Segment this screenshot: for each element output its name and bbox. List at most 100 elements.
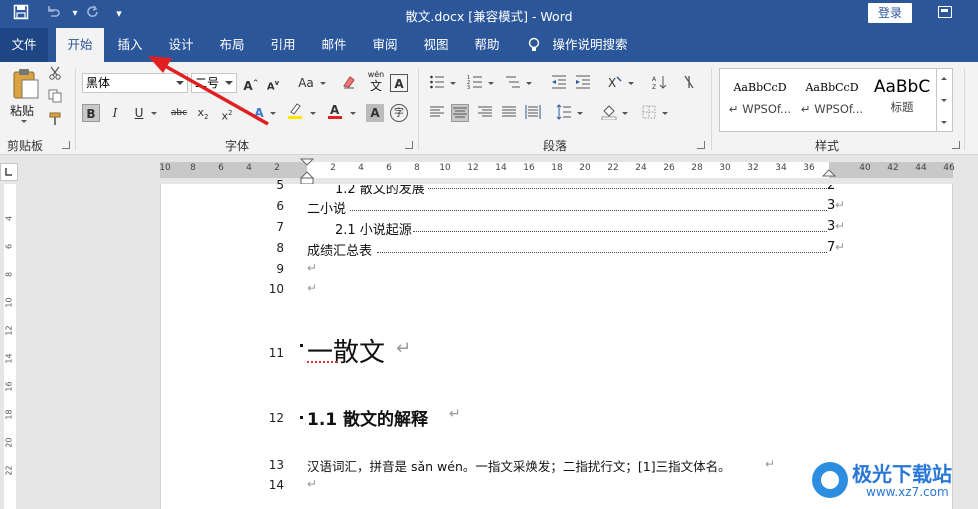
show-marks-icon[interactable]: [680, 74, 698, 92]
tab-insert[interactable]: 插入: [107, 28, 153, 62]
watermark-title: 极光下载站: [852, 462, 952, 486]
clipboard-launcher-icon[interactable]: [62, 141, 70, 149]
sort-icon[interactable]: AZ: [651, 74, 669, 92]
paragraph-launcher-icon[interactable]: [697, 141, 705, 149]
text-effects-dropdown-icon[interactable]: [270, 112, 276, 115]
chinese-layout-icon[interactable]: X: [606, 74, 624, 92]
login-button[interactable]: 登录: [868, 3, 912, 23]
font-size-select[interactable]: 二号: [191, 73, 237, 93]
heading-1[interactable]: 一散文: [307, 332, 385, 369]
justify-icon[interactable]: [500, 104, 518, 122]
font-name-select[interactable]: 黑体: [82, 73, 188, 93]
shrink-font-icon[interactable]: Av: [264, 74, 282, 92]
change-case-icon[interactable]: Aa: [294, 74, 318, 92]
tell-me-search[interactable]: 操作说明搜索: [548, 28, 632, 62]
font-color-icon[interactable]: A: [326, 102, 344, 120]
tab-view[interactable]: 视图: [413, 28, 459, 62]
chinese-layout-dropdown-icon[interactable]: [628, 82, 634, 85]
shading-icon[interactable]: [600, 104, 618, 122]
tab-layout[interactable]: 布局: [209, 28, 255, 62]
line-spacing-icon[interactable]: [555, 104, 573, 122]
line-number: 6: [276, 199, 284, 213]
ruler-number: 24: [635, 163, 647, 173]
font-color-dropdown-icon[interactable]: [350, 112, 356, 115]
svg-text:A: A: [330, 103, 340, 117]
style-item[interactable]: AaBbCcD ↵ WPSOf...: [724, 73, 796, 129]
enclose-characters-icon[interactable]: 字: [390, 104, 408, 122]
align-center-icon[interactable]: [451, 104, 469, 122]
align-left-icon[interactable]: [428, 104, 446, 122]
tab-selector[interactable]: [0, 163, 18, 181]
line-spacing-dropdown-icon[interactable]: [577, 112, 583, 115]
grow-font-icon[interactable]: A^: [242, 74, 260, 93]
style-item[interactable]: AaBbC 标题: [866, 73, 938, 129]
tab-mailings[interactable]: 邮件: [311, 28, 357, 62]
more-styles-icon[interactable]: [941, 121, 947, 124]
ribbon-display-icon[interactable]: [938, 6, 952, 18]
ruler-number: 34: [775, 163, 787, 173]
character-shading-icon[interactable]: A: [366, 104, 384, 122]
style-name: ↵ WPSOf...: [728, 102, 792, 116]
style-item[interactable]: AaBbCcD ↵ WPSOf...: [796, 73, 868, 129]
ruler-number: 28: [691, 163, 703, 173]
underline-dropdown-icon[interactable]: [151, 112, 157, 115]
tab-file[interactable]: 文件: [0, 28, 48, 62]
bullets-icon[interactable]: [428, 74, 446, 92]
align-right-icon[interactable]: [476, 104, 494, 122]
ruler-number: 8: [414, 163, 420, 173]
font-launcher-icon[interactable]: [405, 141, 413, 149]
ruler-number: 8: [4, 271, 14, 278]
borders-icon[interactable]: [640, 104, 658, 122]
highlight-icon[interactable]: [286, 102, 304, 120]
watermark-url: www.xz7.com: [866, 485, 949, 499]
numbering-dropdown-icon[interactable]: [488, 82, 494, 85]
paragraph-mark: ↵: [396, 338, 412, 359]
subscript-icon[interactable]: x2: [194, 104, 212, 122]
italic-icon[interactable]: I: [106, 104, 124, 122]
copy-icon[interactable]: [46, 89, 64, 107]
bullets-dropdown-icon[interactable]: [450, 82, 456, 85]
borders-dropdown-icon[interactable]: [662, 112, 668, 115]
phonetic-guide-bottom: 文: [369, 79, 382, 93]
decrease-indent-icon[interactable]: [550, 74, 568, 92]
multilevel-list-icon[interactable]: [504, 74, 522, 92]
tab-references[interactable]: 引用: [260, 28, 306, 62]
shading-dropdown-icon[interactable]: [622, 112, 628, 115]
ruler-number: 14: [4, 353, 14, 364]
paste-dropdown-icon[interactable]: [21, 120, 27, 123]
character-border-icon[interactable]: A: [390, 74, 408, 92]
tab-review[interactable]: 审阅: [362, 28, 408, 62]
clear-formatting-icon[interactable]: [340, 74, 358, 92]
underline-icon[interactable]: U: [130, 104, 148, 122]
scroll-up-icon[interactable]: [941, 77, 947, 80]
change-case-dropdown-icon[interactable]: [320, 82, 326, 85]
paragraph-mark: ↵: [835, 219, 846, 233]
format-painter-icon[interactable]: [46, 112, 64, 130]
tab-help[interactable]: 帮助: [464, 28, 510, 62]
tab-design[interactable]: 设计: [158, 28, 204, 62]
divider: [75, 68, 76, 150]
cut-icon[interactable]: [46, 66, 64, 84]
ruler-number: 22: [4, 465, 14, 476]
text-effects-icon[interactable]: A: [250, 104, 268, 122]
bold-icon[interactable]: B: [82, 104, 100, 122]
numbering-icon[interactable]: 123: [466, 74, 484, 92]
multilevel-list-dropdown-icon[interactable]: [526, 82, 532, 85]
ribbon-home: 粘贴 剪贴板 黑体 二号 A^ Av Aa wén 文 A B I U abc …: [0, 62, 978, 155]
phonetic-guide-icon[interactable]: wén 文: [365, 70, 387, 94]
body-paragraph[interactable]: 汉语词汇，拼音是 sǎn wén。一指文采焕发；二指扰行文；[1]三指文体名。: [307, 456, 731, 475]
paste-icon[interactable]: [10, 68, 40, 100]
styles-launcher-icon[interactable]: [952, 141, 960, 149]
heading-2[interactable]: 1.1 散文的解释: [307, 405, 428, 430]
paste-button[interactable]: 粘贴: [10, 102, 34, 119]
indent-marker-icon[interactable]: [299, 158, 315, 186]
scroll-down-icon[interactable]: [941, 99, 947, 102]
highlight-dropdown-icon[interactable]: [310, 112, 316, 115]
increase-indent-icon[interactable]: [574, 74, 592, 92]
strikethrough-icon[interactable]: abc: [170, 104, 188, 122]
superscript-icon[interactable]: x2: [218, 104, 236, 123]
ruler-number: 10: [439, 163, 451, 173]
distributed-icon[interactable]: [524, 104, 542, 122]
tab-home[interactable]: 开始: [56, 28, 104, 62]
paragraph-mark: ↵: [449, 406, 461, 422]
